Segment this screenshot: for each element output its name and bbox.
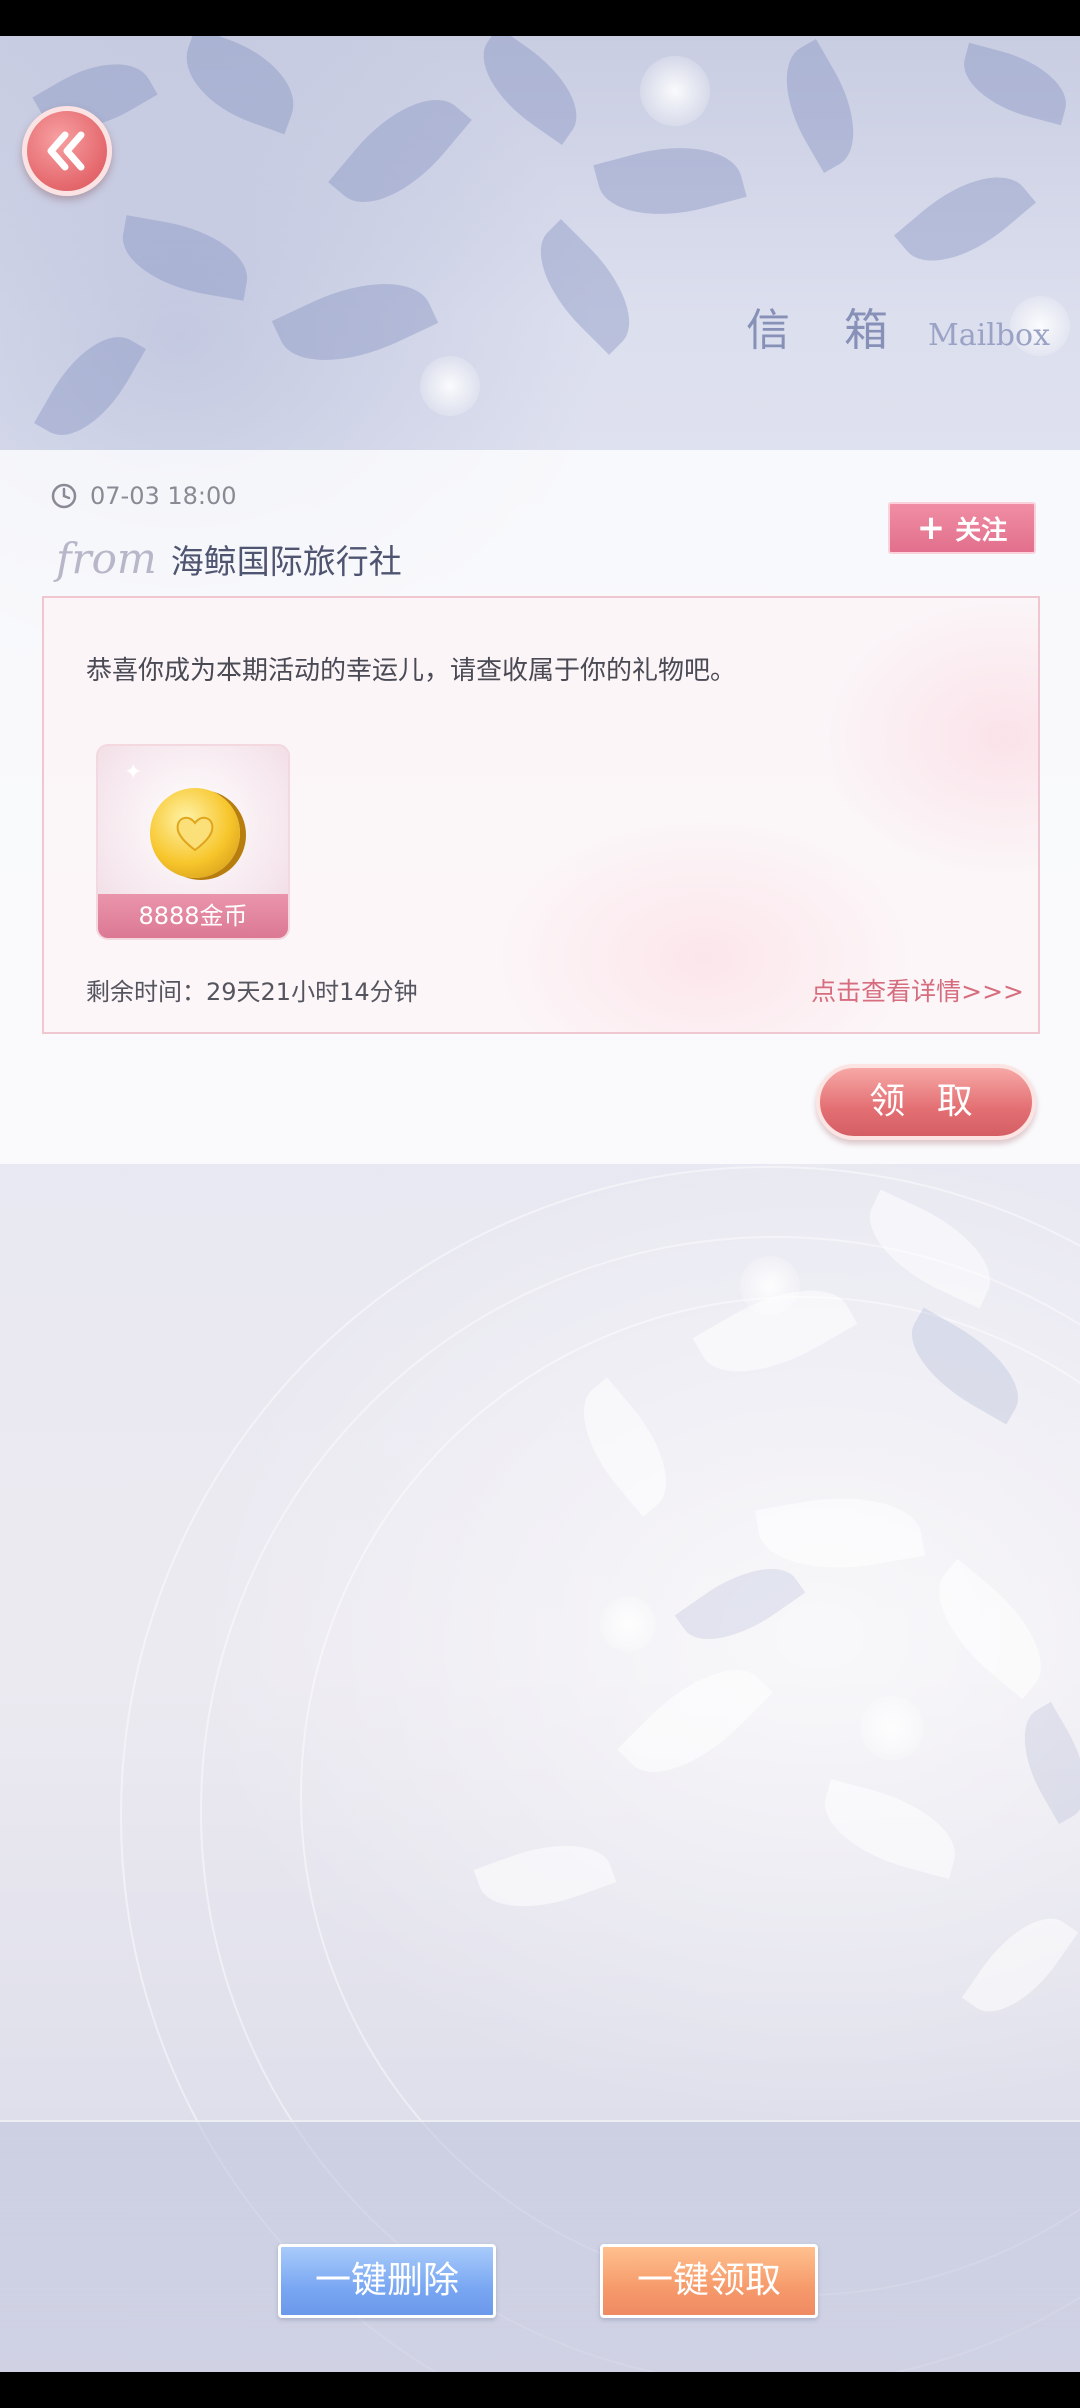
- details-link[interactable]: 点击查看详情>>>: [811, 972, 1024, 1008]
- delete-all-button[interactable]: 一键删除: [278, 2244, 496, 2318]
- page-title: 信 箱: [746, 305, 909, 356]
- back-button[interactable]: [22, 106, 112, 196]
- sender-name: 海鲸国际旅行社: [170, 542, 402, 581]
- remaining-time: 剩余时间：29天21小时14分钟: [86, 978, 418, 1006]
- mailbox-screen: 信 箱 Mailbox 07-03 18:00 from 海鲸国际旅行社 + 关…: [0, 36, 1080, 2372]
- mail-date-text: 07-03 18:00: [90, 482, 237, 510]
- double-chevron-left-icon: [47, 131, 85, 171]
- reward-label: 8888金币: [98, 894, 288, 938]
- claim-all-button[interactable]: 一键领取: [600, 2244, 818, 2318]
- plus-icon: +: [916, 508, 946, 548]
- reward-item[interactable]: ✦ 8888金币: [96, 744, 290, 940]
- sparkle-icon: ✦: [124, 760, 143, 785]
- mail-date: 07-03 18:00: [50, 482, 237, 510]
- claim-button[interactable]: 领 取: [816, 1064, 1036, 1140]
- page-subtitle: Mailbox: [928, 318, 1050, 353]
- navigation-bar: [0, 2372, 1080, 2408]
- from-label: from: [56, 534, 157, 583]
- follow-label: 关注: [955, 515, 1008, 546]
- follow-button[interactable]: + 关注: [888, 502, 1036, 554]
- mail-card: 07-03 18:00 from 海鲸国际旅行社 + 关注 恭喜你成为本期活动的…: [0, 450, 1080, 1164]
- bottom-action-bar: 一键删除 一键领取: [0, 2120, 1080, 2372]
- mail-message: 恭喜你成为本期活动的幸运儿，请查收属于你的礼物吧。: [86, 656, 737, 686]
- page-header: 信 箱 Mailbox: [746, 294, 1050, 358]
- mail-sender: from 海鲸国际旅行社: [56, 534, 402, 583]
- mail-body: 恭喜你成为本期活动的幸运儿，请查收属于你的礼物吧。 ✦ 8888金币 剩余时间：…: [42, 596, 1040, 1034]
- status-bar: [0, 0, 1080, 36]
- heart-icon: [176, 816, 214, 852]
- gold-coin-icon: [150, 788, 240, 878]
- clock-icon: [51, 483, 77, 509]
